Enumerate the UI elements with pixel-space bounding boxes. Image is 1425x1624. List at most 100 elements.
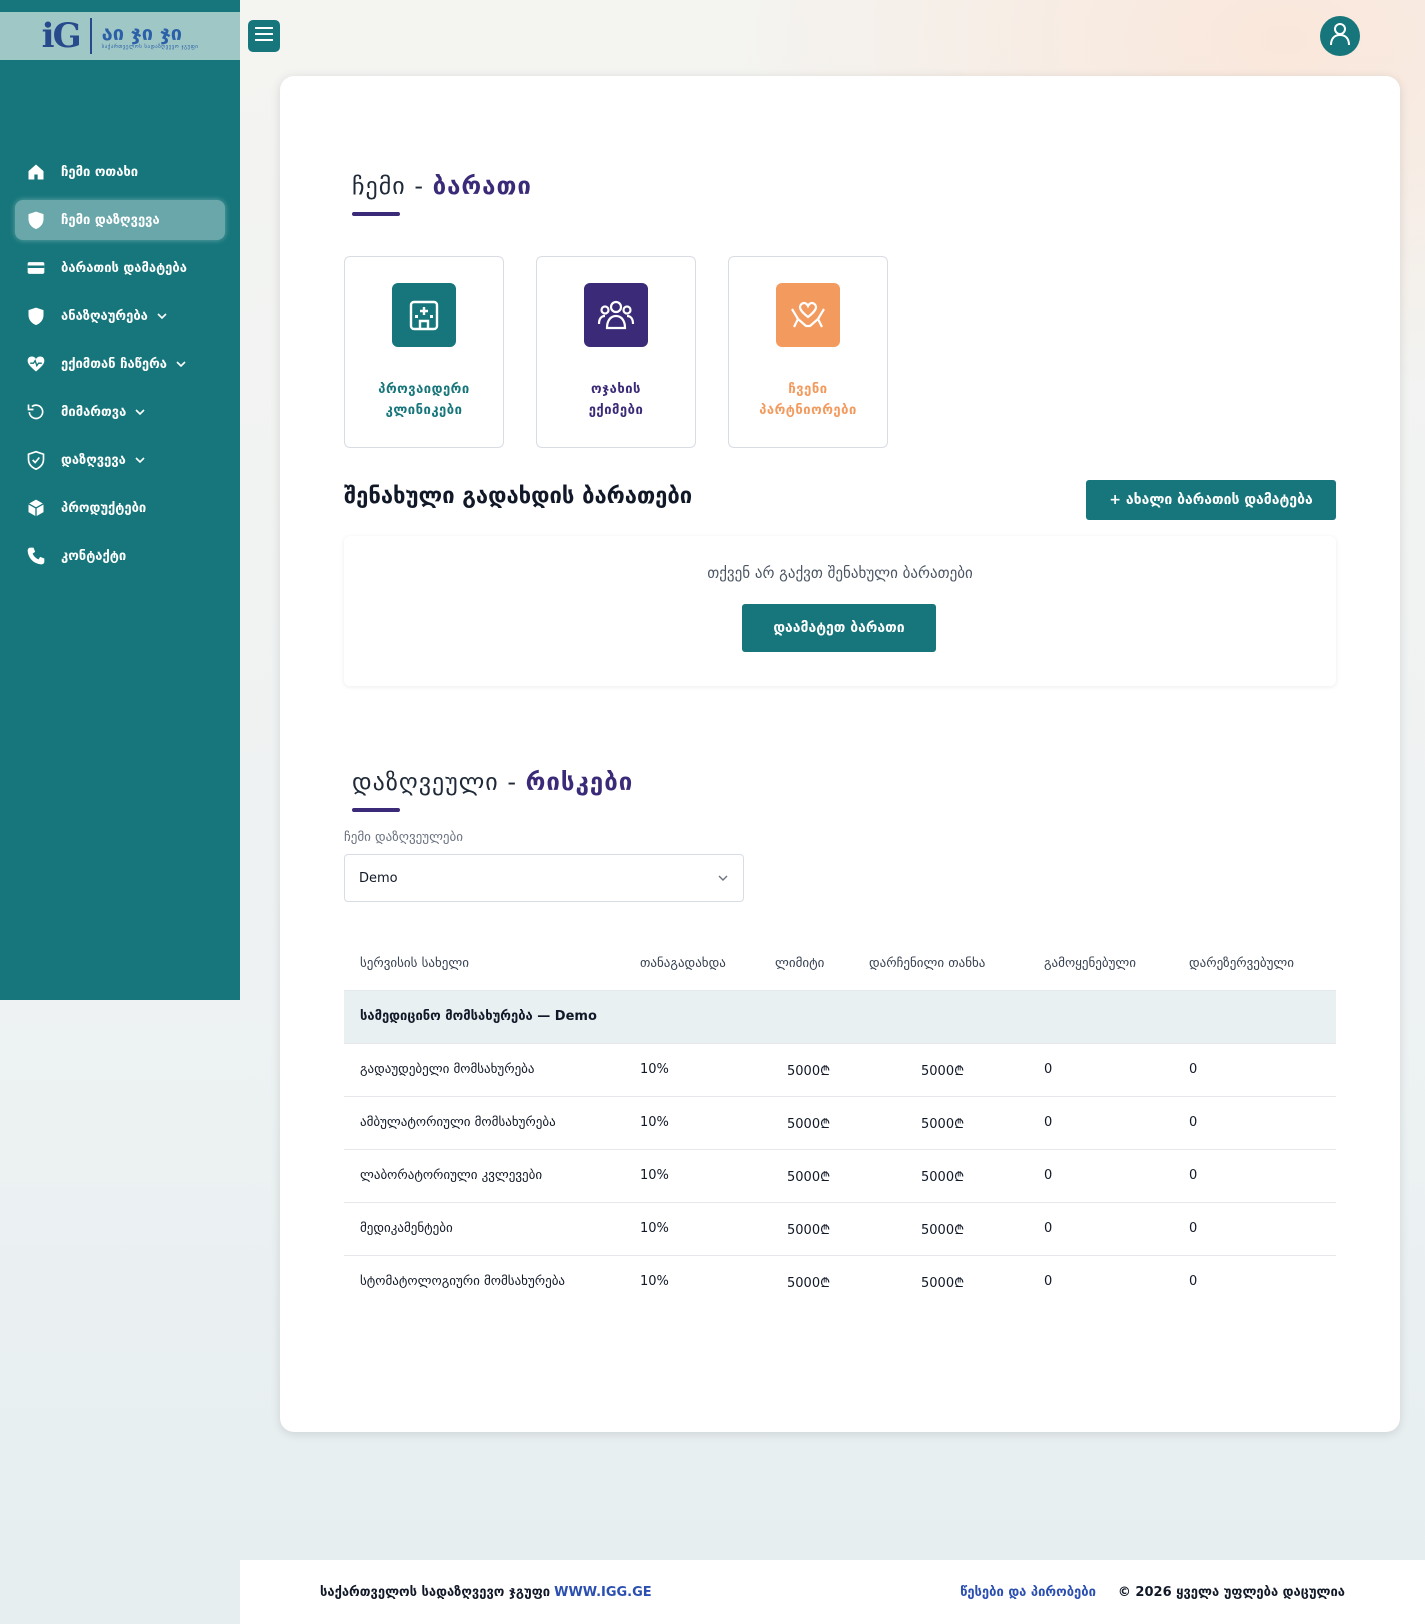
tile-our-partners[interactable]: ჩვენი პარტნიორები [728, 256, 888, 448]
footer-right: წესები და პირობები © 2026 ყველა უფლება დ… [960, 1585, 1345, 1600]
table-cell: 10% [624, 1201, 759, 1255]
table-cell: სტომატოლოგიური მომსახურება [344, 1254, 624, 1308]
tile-family-doctors[interactable]: ოჯახის ექიმები [536, 256, 696, 448]
empty-state-text: თქვენ არ გაქვთ შენახული ბარათები [707, 564, 973, 582]
insured-select-value: Demo [359, 870, 398, 886]
column-header: სერვისის სახელი [360, 956, 469, 972]
copyright-text: © 2026 ყველა უფლება დაცულია [1117, 1584, 1345, 1600]
table-cell: 0 [1173, 1254, 1336, 1308]
saved-cards-empty-state: თქვენ არ გაქვთ შენახული ბარათები დაამატე… [344, 536, 1336, 686]
chevron-down-icon [156, 310, 168, 322]
my-card-title: ჩემი - ბარათი [352, 172, 532, 200]
table-cell: 5000₾ [853, 1095, 1028, 1149]
footer: საქართველოს სადაზღვევო ჯგუფი WWW.IGG.GE … [240, 1560, 1425, 1624]
column-header: დარჩენილი თანხა [869, 956, 986, 972]
table-cell: 0 [1173, 1042, 1336, 1096]
sidebar-item-my-room[interactable]: ჩემი ოთახი [15, 152, 225, 192]
footer-company: საქართველოს სადაზღვევო ჯგუფი [320, 1584, 551, 1600]
sidebar-item-add-card[interactable]: ბარათის დამატება [15, 248, 225, 288]
table-row: გადაუდებელი მომსახურება 10% 5000₾ 5000₾ … [344, 1042, 1336, 1096]
insured-select-label: ჩემი დაზღვეულები [344, 830, 463, 845]
logo[interactable]: iG აი ჯი ჯი საქართველოს სადაზღვევო ჯგუფი [0, 12, 240, 60]
insured-select[interactable]: Demo [344, 854, 744, 902]
table-cell: ლაბორატორიული კვლევები [344, 1148, 624, 1202]
table-cell: 0 [1173, 1148, 1336, 1202]
table-group-row: სამედიცინო მომსახურება — Demo [344, 989, 1336, 1043]
sidebar: iG აი ჯი ჯი საქართველოს სადაზღვევო ჯგუფი… [0, 0, 240, 1000]
risks-table: სერვისის სახელი თანაგადახდა ლიმიტი დარჩე… [344, 938, 1336, 1308]
column-header: თანაგადახდა [640, 956, 726, 972]
user-icon [1329, 22, 1351, 50]
table-cell: 5000₾ [853, 1254, 1028, 1308]
hamburger-icon [255, 26, 273, 46]
add-card-button[interactable]: დაამატეთ ბარათი [742, 604, 936, 652]
table-cell: 0 [1028, 1042, 1173, 1096]
table-cell: 5000₾ [759, 1148, 853, 1202]
table-cell: ამბულატორიული მომსახურება [344, 1095, 624, 1149]
footer-website-link[interactable]: WWW.IGG.GE [554, 1585, 652, 1600]
sidebar-item-doctor-appointment[interactable]: ექიმთან ჩაწერა [15, 344, 225, 384]
add-new-card-button[interactable]: + ახალი ბარათის დამატება [1086, 480, 1336, 520]
tile-provider-clinics[interactable]: პროვაიდერი კლინიკები [344, 256, 504, 448]
tile-label: პროვაიდერი კლინიკები [378, 382, 470, 418]
table-cell: 10% [624, 1254, 759, 1308]
table-cell: 5000₾ [853, 1201, 1028, 1255]
tile-label: ჩვენი პარტნიორები [759, 382, 857, 418]
shield-icon [25, 209, 47, 231]
sidebar-item-reimbursement[interactable]: ანაზღაურება [15, 296, 225, 336]
saved-cards-title: შენახული გადახდის ბარათები [344, 484, 693, 509]
terms-link[interactable]: წესები და პირობები [960, 1585, 1096, 1600]
table-cell: 0 [1173, 1201, 1336, 1255]
sidebar-item-label: ანაზღაურება [61, 308, 148, 324]
sidebar-item-products[interactable]: პროდუქტები [15, 488, 225, 528]
table-cell: 5000₾ [853, 1042, 1028, 1096]
column-header: ლიმიტი [775, 956, 825, 972]
table-row: ამბულატორიული მომსახურება 10% 5000₾ 5000… [344, 1095, 1336, 1149]
column-header: გამოყენებული [1044, 956, 1136, 972]
sidebar-nav: ჩემი ოთახი ჩემი დაზღვევა ბარათის დამატებ… [15, 152, 225, 584]
card-icon [25, 257, 47, 279]
group-label: სამედიცინო მომსახურება — Demo [344, 989, 1336, 1043]
sidebar-item-label: მიმართვა [61, 404, 127, 420]
table-cell: 5000₾ [853, 1148, 1028, 1202]
sidebar-item-insurance[interactable]: დაზღვევა [15, 440, 225, 480]
shield-check-icon [25, 449, 47, 471]
table-row: ლაბორატორიული კვლევები 10% 5000₾ 5000₾ 0… [344, 1148, 1336, 1202]
table-cell: მედიკამენტები [344, 1201, 624, 1255]
table-cell: 0 [1173, 1095, 1336, 1149]
table-header-row: სერვისის სახელი თანაგადახდა ლიმიტი დარჩე… [344, 938, 1336, 990]
chevron-down-icon [134, 454, 146, 466]
hospital-icon [392, 283, 456, 347]
sidebar-item-label: კონტაქტი [61, 548, 127, 564]
user-avatar-button[interactable] [1320, 16, 1360, 56]
table-cell: 10% [624, 1148, 759, 1202]
tile-label: ოჯახის ექიმები [588, 382, 644, 418]
sidebar-item-contact[interactable]: კონტაქტი [15, 536, 225, 576]
table-cell: 10% [624, 1095, 759, 1149]
table-cell: 0 [1028, 1254, 1173, 1308]
family-icon [584, 283, 648, 347]
quick-tiles: პროვაიდერი კლინიკები ოჯახის ექიმები ჩვენ… [344, 256, 888, 448]
title-underline [352, 808, 400, 812]
sidebar-item-label: პროდუქტები [61, 500, 147, 516]
table-row: სტომატოლოგიური მომსახურება 10% 5000₾ 500… [344, 1254, 1336, 1308]
table-cell: 0 [1028, 1201, 1173, 1255]
title-underline [352, 212, 400, 216]
table-cell: 5000₾ [759, 1095, 853, 1149]
table-cell: 5000₾ [759, 1042, 853, 1096]
table-cell: 0 [1028, 1148, 1173, 1202]
menu-toggle-button[interactable] [248, 20, 280, 52]
sidebar-item-label: დაზღვევა [61, 452, 126, 468]
logo-divider [89, 18, 92, 54]
partners-icon [776, 283, 840, 347]
insured-risks-title: დაზღვეული - რისკები [352, 768, 634, 796]
main-card: ჩემი - ბარათი პროვაიდერი კლინიკები ოჯახი… [280, 76, 1400, 1432]
sidebar-item-my-insurance[interactable]: ჩემი დაზღვევა [15, 200, 225, 240]
table-cell: 5000₾ [759, 1254, 853, 1308]
column-header: დარეზერვებული [1189, 956, 1294, 972]
chevron-down-icon [175, 358, 187, 370]
logo-mark: iG [41, 16, 82, 56]
sidebar-item-referral[interactable]: მიმართვა [15, 392, 225, 432]
rotate-icon [25, 401, 47, 423]
box-icon [25, 497, 47, 519]
